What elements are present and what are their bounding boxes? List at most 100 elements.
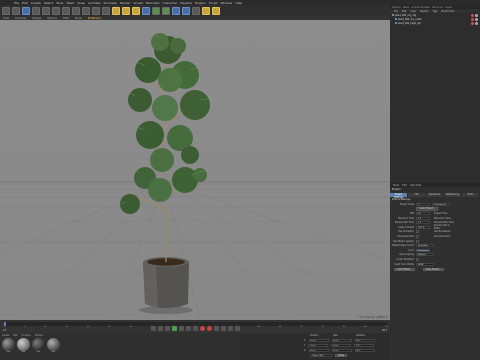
material-tag-icon[interactable] <box>471 17 474 21</box>
recent-tools-icon[interactable] <box>62 6 70 15</box>
menu-help[interactable]: Help <box>235 1 242 5</box>
position-y-field[interactable]: 0 cm <box>308 343 329 348</box>
size-z-field[interactable]: 0 cm <box>331 348 352 353</box>
go-to-start-icon[interactable] <box>150 326 156 331</box>
position-key-icon[interactable] <box>220 326 226 331</box>
menu-animate[interactable]: Animate <box>88 1 101 5</box>
object-row[interactable]: plant_002_bsgh_obj <box>392 21 478 25</box>
go-to-end-icon[interactable] <box>192 326 198 331</box>
menu-tools[interactable]: Tools <box>56 1 63 5</box>
project-scale-field[interactable]: 1 <box>416 202 430 206</box>
menu-render[interactable]: Render <box>120 1 131 5</box>
material-tag-icon[interactable] <box>471 13 474 17</box>
tab-project-settings[interactable]: Project Settings <box>390 193 408 199</box>
menu-pipeline[interactable]: Pipeline <box>180 1 192 5</box>
render-view-icon[interactable] <box>112 6 120 15</box>
save-preset-button[interactable]: Save Preset... <box>422 267 444 272</box>
tab-info[interactable]: Info <box>408 193 426 197</box>
coordinate-mode-select[interactable]: Object (Rel) <box>310 353 332 358</box>
am-menu-mode[interactable]: Mode <box>393 184 399 187</box>
subdivision-surface-icon[interactable] <box>162 6 170 15</box>
keyframe-selection-icon[interactable] <box>213 326 219 331</box>
default-object-color-select[interactable]: Gray Blue <box>416 244 434 248</box>
mat-menu-function[interactable]: Function <box>22 334 31 337</box>
spline-pen-icon[interactable] <box>152 6 160 15</box>
coordinate-system-icon[interactable] <box>102 6 110 15</box>
mat-menu-texture[interactable]: Texture <box>35 334 43 337</box>
tab-to-do[interactable]: To Do <box>462 193 480 197</box>
play-icon[interactable] <box>171 326 177 331</box>
bend-deformer-icon[interactable] <box>182 6 190 15</box>
live-selection-icon[interactable] <box>22 6 30 15</box>
project-scale-unit-select[interactable]: Centimeters <box>432 202 450 206</box>
tab-dynamics[interactable]: Dynamics <box>426 193 444 197</box>
position-z-field[interactable]: 0 cm <box>308 348 329 353</box>
next-key-icon[interactable] <box>185 326 191 331</box>
menu-script[interactable]: Script <box>209 1 218 5</box>
rotation-key-icon[interactable] <box>234 326 240 331</box>
menu-mograph[interactable]: MoGraph <box>146 1 160 5</box>
material-item[interactable]: Mat <box>47 338 60 353</box>
minimum-time-field[interactable]: 0 F <box>416 216 430 220</box>
floor-icon[interactable] <box>192 6 200 15</box>
render-picture-viewer-icon[interactable] <box>122 6 130 15</box>
next-frame-icon[interactable] <box>178 326 184 331</box>
autokey-icon[interactable] <box>206 326 212 331</box>
rotation-b-field[interactable]: B 0 ° <box>354 348 375 353</box>
menu-snap[interactable]: Snap <box>77 1 85 5</box>
material-item[interactable]: Mat <box>32 338 45 353</box>
start-frame-field[interactable]: 0 F <box>3 329 6 332</box>
previous-key-icon[interactable] <box>157 326 163 331</box>
fps-field[interactable]: 30 <box>416 211 430 215</box>
size-x-field[interactable]: 0 cm <box>331 338 352 343</box>
cube-icon[interactable] <box>142 6 150 15</box>
view-clipping-select[interactable]: Medium <box>416 253 434 257</box>
load-preset-button[interactable]: Load Preset... <box>394 267 415 272</box>
scale-key-icon[interactable] <box>227 326 233 331</box>
scale-project-button[interactable]: Scale Project... <box>416 207 439 211</box>
y-axis-icon[interactable] <box>82 6 90 15</box>
phong-tag-icon[interactable] <box>475 21 478 25</box>
end-frame-field[interactable]: 90 F <box>382 329 387 332</box>
mat-menu-edit[interactable]: Edit <box>13 334 17 337</box>
rotation-h-field[interactable]: H 0 ° <box>354 338 375 343</box>
position-x-field[interactable]: 0 cm <box>308 338 329 343</box>
rotation-p-field[interactable]: P 0 ° <box>354 343 375 348</box>
menu-plugins[interactable]: Plugins <box>195 1 206 5</box>
scale-icon[interactable] <box>42 6 50 15</box>
phong-tag-icon[interactable] <box>475 13 478 17</box>
rotate-icon[interactable] <box>52 6 60 15</box>
menu-simulate[interactable]: Simulate <box>104 1 117 5</box>
preview-min-field[interactable]: 0 F <box>416 221 430 225</box>
menu-sculpt[interactable]: Sculpt <box>133 1 142 5</box>
am-menu-edit[interactable]: Edit <box>402 184 406 187</box>
phong-tag-icon[interactable] <box>475 17 478 21</box>
menu-edit[interactable]: Edit <box>22 1 28 5</box>
mat-menu-create[interactable]: Create <box>2 334 9 337</box>
menu-create[interactable]: Create <box>31 1 41 5</box>
array-icon[interactable] <box>172 6 180 15</box>
color-swatch[interactable] <box>416 248 430 252</box>
previous-frame-icon[interactable] <box>164 326 170 331</box>
material-item[interactable]: Mat <box>17 338 30 353</box>
menu-select[interactable]: Select <box>44 1 53 5</box>
menu-mesh[interactable]: Mesh <box>66 1 74 5</box>
undo-icon[interactable] <box>2 6 10 15</box>
perspective-viewport[interactable]: Grid Spacing : 10000 cm <box>0 20 390 320</box>
render-settings-icon[interactable] <box>132 6 140 15</box>
move-icon[interactable] <box>32 6 40 15</box>
level-of-detail-field[interactable]: 100 % <box>416 225 430 229</box>
material-tag-icon[interactable] <box>471 21 474 25</box>
input-color-profile-select[interactable]: sRGB <box>416 262 434 266</box>
light-icon[interactable] <box>212 6 220 15</box>
redo-icon[interactable] <box>12 6 20 15</box>
z-axis-icon[interactable] <box>92 6 100 15</box>
menu-character[interactable]: Character <box>162 1 177 5</box>
use-motion-system-checkbox[interactable] <box>416 239 419 243</box>
x-axis-icon[interactable] <box>72 6 80 15</box>
size-y-field[interactable]: 0 cm <box>331 343 352 348</box>
menu-window[interactable]: Window <box>221 1 233 5</box>
record-icon[interactable] <box>199 326 205 331</box>
am-menu-user-data[interactable]: User Data <box>410 184 421 187</box>
tab-referencing[interactable]: Referencing <box>444 193 462 197</box>
